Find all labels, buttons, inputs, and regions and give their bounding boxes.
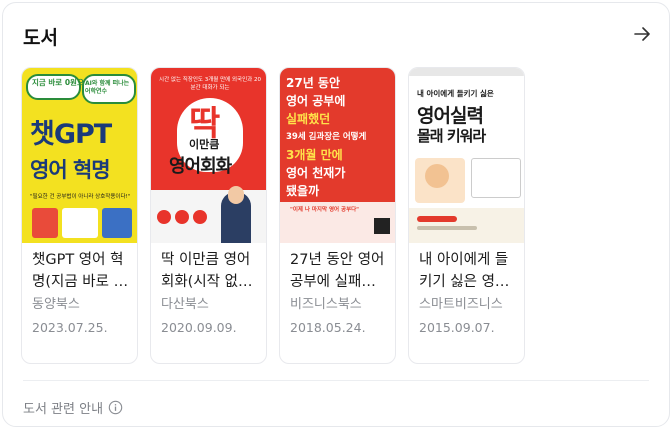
book-publisher: 스마트비즈니스 bbox=[419, 297, 503, 312]
book-info: 딱 이만큼 영어 회화(시작 없는 직장인도 3개월 만에) 다산북스 2020… bbox=[161, 249, 258, 337]
cover-text: 시간 없는 직장인도 3개월 만에 외국인과 20분간 대화가 되는 bbox=[159, 77, 261, 91]
book-item-4[interactable]: 내 아이에게 들키기 싫은 영어실력 몰래 키워라 내 아이에게 들키기 싫은 … bbox=[408, 67, 525, 364]
book-cover-3: 27년 동안 영어 공부에 실패했던 39세 김과장은 어떻게 3개월 만에 영… bbox=[280, 68, 395, 243]
book-cover-2: 시간 없는 직장인도 3개월 만에 외국인과 20분간 대화가 되는 딱 이만큼… bbox=[151, 68, 266, 243]
book-date: 2018.05.24. bbox=[290, 320, 366, 335]
book-date: 2020.09.09. bbox=[161, 320, 237, 335]
cover-title: 영어 공부에 bbox=[286, 94, 346, 108]
book-cover-4: 내 아이에게 들키기 싫은 영어실력 몰래 키워라 bbox=[409, 68, 524, 243]
info-circle-icon bbox=[108, 400, 123, 414]
book-item-2[interactable]: 시간 없는 직장인도 3개월 만에 외국인과 20분간 대화가 되는 딱 이만큼… bbox=[150, 67, 267, 364]
footer-label: 도서 관련 안내 bbox=[23, 401, 104, 417]
book-info: 27년 동안 영어 공부에 실패했던 39세 김과장은 어떻게 3개월 만에 영… bbox=[290, 249, 387, 337]
cover-text: 이만큼 bbox=[189, 138, 220, 151]
cover-title: 영어 천재가 bbox=[286, 166, 346, 180]
book-title[interactable]: 27년 동안 영어 공부에 실패했던 39세 김과장은 어떻게 3개월 만에 영… bbox=[290, 249, 387, 293]
cover-title: 실패했던 bbox=[286, 112, 331, 126]
arrow-right-icon[interactable] bbox=[631, 23, 653, 45]
cover-text: AI와 함께 떠나는 어학연수 bbox=[85, 80, 130, 95]
book-title[interactable]: 내 아이에게 들키기 싫은 영어실력 몰래 키워라 bbox=[419, 249, 516, 293]
book-date: 2023.07.25. bbox=[32, 320, 108, 335]
books-card: 도서 지금 바로 0원으로 AI와 함께 떠나는 어학연수 챗GPT 영어 혁명… bbox=[2, 2, 670, 427]
cover-title: 영어 혁명 bbox=[30, 158, 111, 182]
book-cover-1: 지금 바로 0원으로 AI와 함께 떠나는 어학연수 챗GPT 영어 혁명 "필… bbox=[22, 68, 137, 243]
cover-text: 내 아이에게 들키기 싫은 bbox=[417, 89, 494, 98]
cover-title: 영어실력 bbox=[417, 105, 484, 127]
section-header: 도서 bbox=[23, 23, 653, 51]
cover-text: "이제 나 마지막 영어 공부다" bbox=[290, 207, 360, 213]
cover-title: 27년 동안 bbox=[286, 76, 340, 90]
book-publisher: 비즈니스북스 bbox=[290, 297, 362, 312]
book-info: 챗GPT 영어 혁명(지금 바로 0원으로 AI와 함께 떠나는 어학연수) 동… bbox=[32, 249, 129, 337]
section-title: 도서 bbox=[23, 27, 58, 49]
book-publisher: 동양북스 bbox=[32, 297, 80, 312]
book-item-1[interactable]: 지금 바로 0원으로 AI와 함께 떠나는 어학연수 챗GPT 영어 혁명 "필… bbox=[21, 67, 138, 364]
cover-title: 몰래 키워라 bbox=[417, 127, 486, 145]
cover-title: 영어회화 bbox=[169, 156, 232, 177]
book-date: 2015.09.07. bbox=[419, 320, 495, 335]
book-item-3[interactable]: 27년 동안 영어 공부에 실패했던 39세 김과장은 어떻게 3개월 만에 영… bbox=[279, 67, 396, 364]
cover-title: 됐을까 bbox=[286, 184, 320, 198]
books-notice-link[interactable]: 도서 관련 안내 bbox=[23, 397, 123, 417]
book-publisher: 다산북스 bbox=[161, 297, 209, 312]
cover-text: 39세 김과장은 어떻게 bbox=[286, 132, 367, 142]
book-title[interactable]: 챗GPT 영어 혁명(지금 바로 0원으로 AI와 함께 떠나는 어학연수) bbox=[32, 249, 129, 293]
cover-text: "필요한 건 공부법이 아니라 상호작용이다!" bbox=[30, 194, 131, 200]
book-info: 내 아이에게 들키기 싫은 영어실력 몰래 키워라 스마트비즈니스 2015.0… bbox=[419, 249, 516, 337]
cover-title: 3개월 만에 bbox=[286, 148, 343, 162]
cover-title: 챗GPT bbox=[30, 119, 112, 150]
book-title[interactable]: 딱 이만큼 영어 회화(시작 없는 직장인도 3개월 만에) bbox=[161, 249, 258, 293]
divider bbox=[23, 380, 649, 381]
